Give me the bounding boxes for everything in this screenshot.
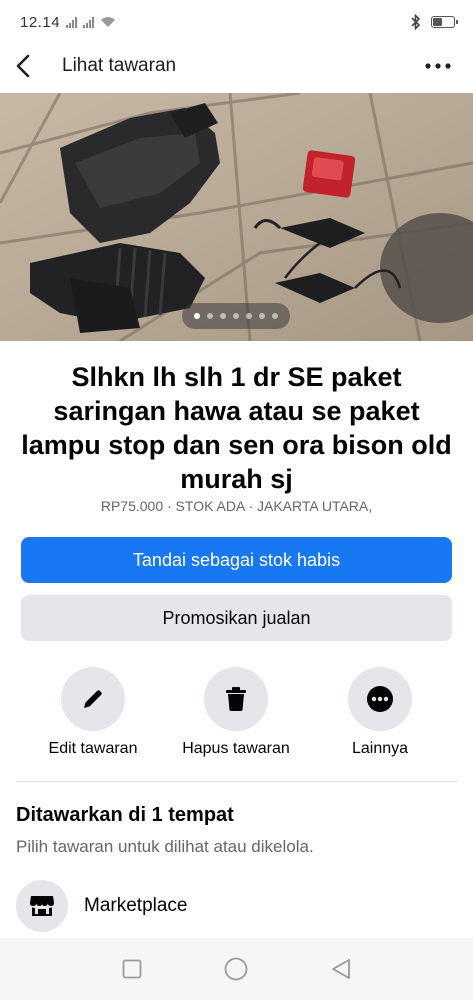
pagination-dot bbox=[233, 313, 239, 319]
marketplace-shop-icon bbox=[30, 896, 54, 916]
recents-button[interactable] bbox=[112, 949, 152, 989]
circle-icon bbox=[225, 957, 248, 981]
delete-action-circle[interactable] bbox=[204, 667, 268, 731]
pagination-dot bbox=[259, 313, 265, 319]
pagination-dot bbox=[194, 313, 200, 319]
top-header: Lihat tawaran bbox=[0, 44, 473, 88]
edit-action-circle[interactable] bbox=[61, 667, 125, 731]
edit-listing-action[interactable]: Edit tawaran bbox=[28, 667, 158, 758]
listing-title: Slhkn lh slh 1 dr SE paket saringan hawa… bbox=[21, 362, 452, 494]
marketplace-icon-circle bbox=[16, 880, 68, 932]
pagination-dot bbox=[246, 313, 252, 319]
mark-sold-button[interactable]: Tandai sebagai stok habis bbox=[21, 537, 452, 583]
listing-meta: RP75.000 · STOK ADA · JAKARTA UTARA, bbox=[100, 498, 373, 514]
marketplace-label: Marketplace bbox=[84, 895, 188, 916]
system-nav-bar bbox=[0, 938, 473, 1000]
status-left: 12.14 bbox=[20, 14, 116, 31]
delete-listing-label: Hapus tawaran bbox=[182, 740, 290, 757]
back-nav-button[interactable] bbox=[321, 949, 361, 989]
status-bar: 12.14 bbox=[0, 0, 473, 44]
wifi-icon bbox=[101, 17, 116, 27]
pencil-icon bbox=[84, 690, 102, 708]
more-actions[interactable]: Lainnya bbox=[315, 667, 445, 758]
square-icon bbox=[122, 959, 142, 979]
edit-listing-label: Edit tawaran bbox=[48, 740, 138, 757]
pagination-dot bbox=[272, 313, 278, 319]
pagination-dot bbox=[220, 313, 226, 319]
bluetooth-icon bbox=[411, 14, 421, 30]
more-actions-label: Lainnya bbox=[351, 740, 409, 757]
triangle-back-icon bbox=[331, 959, 350, 979]
page-title: Lihat tawaran bbox=[62, 55, 177, 76]
more-icon bbox=[367, 686, 393, 712]
trash-icon bbox=[226, 687, 246, 711]
signal-icon-2 bbox=[83, 16, 95, 28]
status-right bbox=[411, 14, 458, 30]
chevron-left-icon bbox=[16, 54, 30, 78]
signal-icon bbox=[66, 16, 78, 28]
section-divider bbox=[16, 781, 457, 782]
home-button[interactable] bbox=[216, 949, 256, 989]
more-horizontal-icon bbox=[425, 63, 451, 69]
promote-listing-button[interactable]: Promosikan jualan bbox=[21, 595, 452, 641]
delete-listing-action[interactable]: Hapus tawaran bbox=[171, 667, 301, 758]
photo-pagination bbox=[182, 303, 290, 329]
status-time: 12.14 bbox=[20, 13, 61, 31]
more-action-circle[interactable] bbox=[348, 667, 412, 731]
pagination-dot bbox=[207, 313, 213, 319]
listing-photo[interactable] bbox=[0, 93, 473, 341]
battery-icon bbox=[431, 16, 458, 28]
back-button[interactable] bbox=[16, 46, 48, 86]
offered-section-subtitle: Pilih tawaran untuk dilihat atau dikelol… bbox=[16, 837, 314, 856]
offered-section-title: Ditawarkan di 1 tempat bbox=[16, 804, 234, 826]
place-item-marketplace[interactable]: Marketplace bbox=[16, 879, 457, 933]
more-options-button[interactable] bbox=[423, 54, 453, 78]
